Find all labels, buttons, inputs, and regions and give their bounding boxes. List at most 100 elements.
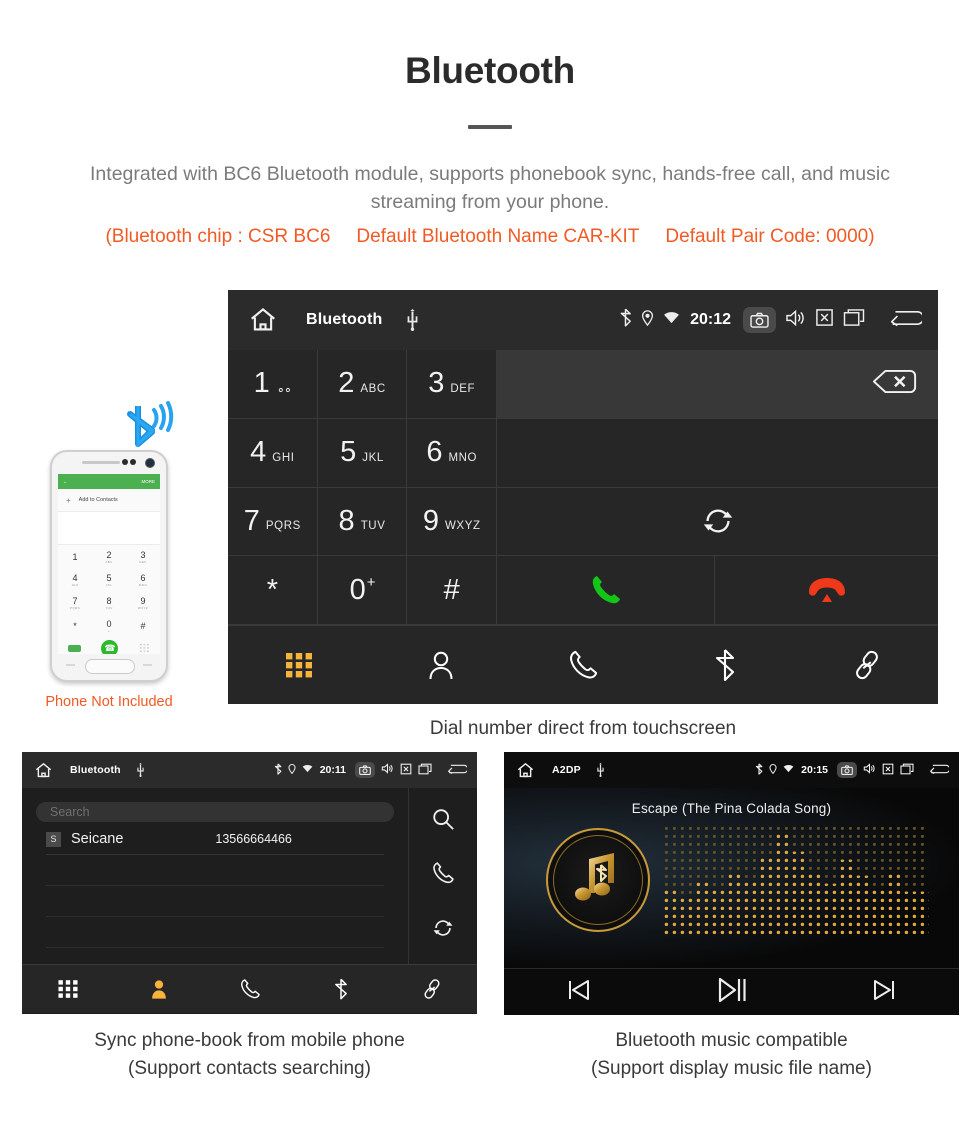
key-7[interactable]: 7 PQRS [228, 487, 318, 557]
sync-button[interactable] [497, 487, 938, 557]
play-pause-icon[interactable] [715, 976, 747, 1009]
phone-icon[interactable] [431, 861, 455, 890]
back-icon[interactable] [445, 763, 469, 778]
dialer-keypad-area: 1 ∘∘ 2 ABC 3 DEF 4 GHI 5 JKL 6 MNO 7 PQR… [228, 350, 938, 625]
phone-key-digit: 0 [106, 618, 112, 629]
home-icon[interactable] [34, 761, 53, 780]
contact-initial-badge: S [46, 831, 61, 847]
prev-track-icon[interactable] [566, 978, 592, 1007]
phone-key: 2 ABC [92, 545, 126, 568]
close-box-icon[interactable] [815, 308, 834, 332]
call-icon: ☎ [101, 639, 119, 654]
number-display[interactable] [497, 350, 938, 419]
phone-more-label: MORE [141, 479, 156, 484]
contact-row[interactable]: S Seicane 13566664466 [46, 831, 384, 855]
nav-contacts[interactable] [113, 978, 204, 1000]
nav-contacts[interactable] [370, 649, 512, 681]
contact-number: 13566664466 [215, 832, 292, 846]
phone-key: 0 + [92, 614, 126, 637]
key-5[interactable]: 5 JKL [317, 418, 408, 488]
phone-app-bar: ← MORE [58, 474, 160, 489]
next-track-icon[interactable] [871, 978, 897, 1007]
hangup-button[interactable] [715, 556, 938, 625]
phone-key-letters: MNO [138, 582, 148, 587]
home-icon[interactable] [248, 305, 278, 335]
recents-icon[interactable] [843, 308, 865, 332]
keypad-row: 7 PQRS 8 TUV 9 WXYZ [228, 487, 938, 557]
key-3[interactable]: 3 DEF [407, 350, 498, 419]
nav-call-log[interactable] [204, 978, 295, 1000]
back-icon[interactable] [886, 308, 925, 333]
usb-icon [404, 309, 421, 331]
nav-bluetooth[interactable] [295, 978, 386, 1000]
key-1[interactable]: 1 ∘∘ [228, 350, 318, 419]
phone-add-to-contacts-label: Add to Contacts [78, 497, 118, 503]
phone-key: 3 DEF [126, 545, 160, 568]
camera-icon[interactable] [743, 307, 776, 333]
key-star[interactable]: * [228, 556, 318, 625]
contacts-nav-bar [22, 964, 477, 1013]
key-2[interactable]: 2 ABC [317, 350, 408, 419]
phone-key-letters: ABC [105, 559, 113, 564]
nav-keypad[interactable] [228, 650, 370, 680]
sync-icon[interactable] [431, 916, 455, 945]
nav-call-log[interactable] [512, 649, 654, 681]
spec-line: (Bluetooth chip : CSR BC6 Default Bluetoo… [0, 226, 980, 248]
music-caption-line2: (Support display music file name) [591, 1057, 872, 1079]
nav-link[interactable] [386, 978, 477, 1000]
camera-icon[interactable] [355, 762, 375, 778]
volume-icon[interactable] [785, 309, 806, 332]
key-digit: # [443, 573, 460, 606]
key-6[interactable]: 6 MNO [407, 418, 498, 488]
phone-key: # [126, 614, 160, 637]
usb-icon [135, 763, 146, 777]
contacts-body: Search S Seicane 13566664466 [22, 788, 477, 964]
album-art [546, 828, 650, 932]
phone-key-digit: 2 [106, 549, 112, 560]
phone-key-letters: DEF [139, 559, 147, 564]
phone-key-letters: JKL [105, 582, 113, 587]
phone-key-letters: GHI [71, 582, 79, 587]
contacts-list: Search S Seicane 13566664466 [22, 788, 408, 964]
music-caption: Bluetooth music compatible (Support disp… [504, 1027, 959, 1082]
music-caption-line1: Bluetooth music compatible [615, 1030, 848, 1051]
key-digit: 5 [340, 436, 357, 469]
screen-title: A2DP [552, 764, 581, 776]
phone-icon [240, 979, 260, 999]
backspace-icon[interactable] [872, 368, 918, 400]
keypad-row: 4 GHI 5 JKL 6 MNO [228, 418, 938, 488]
person-icon [151, 980, 166, 999]
contacts-status-bar: Bluetooth 20:11 [22, 752, 477, 788]
search-icon[interactable] [431, 807, 455, 836]
close-box-icon[interactable] [882, 763, 894, 778]
search-input[interactable]: Search [36, 802, 394, 822]
key-0[interactable]: 0 + [317, 556, 408, 625]
bluetooth-icon [715, 649, 735, 682]
page-title: Bluetooth [405, 50, 575, 91]
key-4[interactable]: 4 GHI [228, 418, 318, 488]
volume-icon[interactable] [381, 763, 394, 777]
phone-earpiece-area [52, 452, 166, 474]
phone-front-camera [145, 458, 155, 468]
title-divider [468, 125, 512, 129]
nav-bluetooth[interactable] [654, 648, 796, 682]
back-icon[interactable] [927, 763, 951, 778]
recents-icon[interactable] [418, 763, 432, 778]
key-hash[interactable]: # [407, 556, 498, 625]
phone-key-letters: PQRS [69, 605, 81, 610]
volume-icon[interactable] [863, 763, 876, 777]
search-placeholder: Search [50, 805, 90, 819]
call-icon [592, 576, 620, 604]
music-controls [504, 968, 959, 1015]
key-digit: 4 [250, 436, 267, 469]
recents-icon[interactable] [900, 763, 914, 778]
key-9[interactable]: 9 WXYZ [407, 487, 498, 557]
close-box-icon[interactable] [400, 763, 412, 778]
nav-link[interactable] [796, 649, 938, 681]
camera-icon[interactable] [837, 762, 857, 778]
nav-keypad[interactable] [22, 978, 113, 1000]
phone-key: 4 GHI [58, 568, 92, 591]
call-button[interactable] [497, 556, 716, 625]
home-icon[interactable] [516, 761, 535, 780]
key-8[interactable]: 8 TUV [317, 487, 408, 557]
